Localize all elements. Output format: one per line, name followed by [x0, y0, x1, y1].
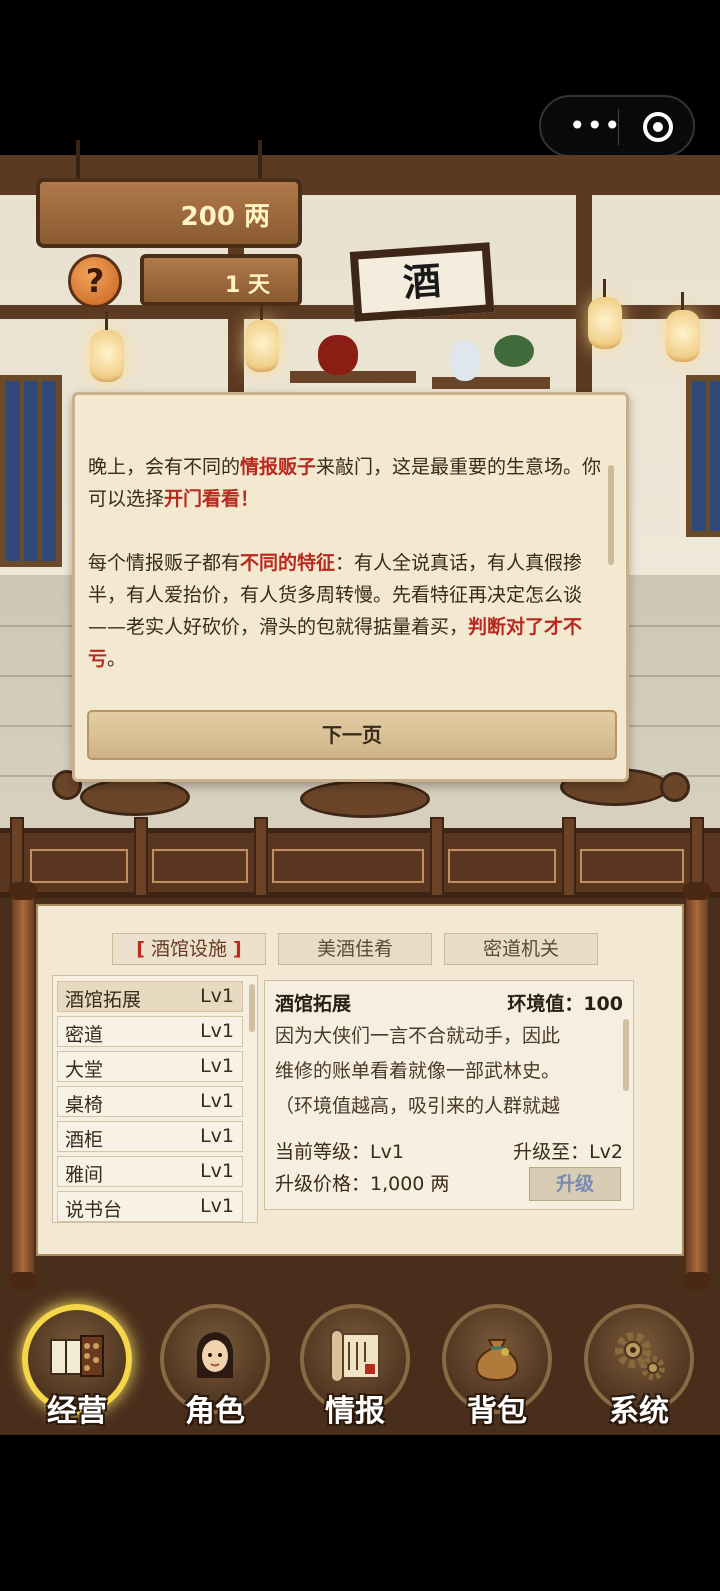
tab-bracket-right: ]: [233, 938, 242, 960]
dialog-scrollbar[interactable]: [608, 465, 614, 565]
desc-line: 维修的账单看着就像一部武林史。: [275, 1060, 561, 1082]
tab-label: 酒馆设施: [150, 938, 227, 960]
tavern-sign-text: 酒: [401, 257, 443, 306]
tutorial-dialog: 晚上，会有不同的情报贩子来敲门，这是最重要的生意场。你可以选择开门看看！ 每个情…: [72, 392, 629, 782]
scroll-document-icon: [330, 1329, 380, 1383]
current-level: 当前等级：Lv1: [275, 1141, 404, 1163]
nav-label: 角色: [185, 1394, 245, 1429]
stool: [660, 772, 690, 802]
list-item[interactable]: 雅间 Lv1: [57, 1156, 243, 1187]
nav-label: 经营: [47, 1394, 107, 1429]
highlight-text: 不同的特征: [240, 552, 336, 574]
list-item[interactable]: 密道 Lv1: [57, 1016, 243, 1047]
list-scrollbar[interactable]: [249, 984, 255, 1032]
bottom-navigation: 经营 角色 情报 背包 系统: [0, 1290, 720, 1436]
dialog-text-segment: 每个情报贩子都有: [88, 552, 241, 574]
scroll-roller-right: [683, 882, 711, 1290]
highlight-text: 情报贩子: [240, 456, 317, 478]
gears-icon: [615, 1332, 665, 1380]
detail-title: 酒馆拓展: [275, 993, 352, 1015]
day-display: 1 天: [140, 254, 302, 306]
dialog-text-segment: 晚上，会有不同的: [88, 456, 241, 478]
mini-program-capsule: •••: [539, 95, 695, 157]
help-button[interactable]: ?: [68, 254, 122, 308]
money-bag-icon: [475, 1339, 519, 1382]
character-portrait-icon: [196, 1332, 234, 1378]
environment-value: 环境值：100: [507, 993, 623, 1015]
list-item[interactable]: 酒馆拓展 Lv1: [57, 981, 243, 1012]
right-window: [686, 375, 720, 537]
scroll-roller-left: [9, 882, 37, 1290]
dialog-text-segment: 。: [107, 648, 127, 670]
nav-label: 背包: [467, 1394, 527, 1429]
dialog-text: 晚上，会有不同的情报贩子来敲门，这是最重要的生意场。你可以选择开门看看！ 每个情…: [88, 451, 608, 707]
bottom-blank: [0, 1436, 720, 1591]
nav-manage-button[interactable]: 经营: [22, 1290, 132, 1436]
nav-label: 情报: [325, 1394, 385, 1429]
close-target-icon[interactable]: [643, 112, 673, 142]
desc-line: 因为大侠们一言不合就动手，因此: [275, 1025, 561, 1047]
dialog-paragraph-1: 晚上，会有不同的情报贩子来敲门，这是最重要的生意场。你可以选择开门看看！: [88, 451, 608, 515]
detail-description: 因为大侠们一言不合就动手，因此 维修的账单看着就像一部武林史。 （环境值越高，吸…: [275, 1019, 620, 1129]
highlight-text: 开门看看！: [164, 488, 260, 510]
question-mark-icon: ?: [85, 262, 105, 300]
list-item[interactable]: 大堂 Lv1: [57, 1051, 243, 1082]
shelf: [290, 371, 416, 383]
left-window: [0, 375, 62, 567]
upgrade-button[interactable]: 升级: [529, 1167, 621, 1201]
facility-detail: 酒馆拓展 环境值：100 因为大侠们一言不合就动手，因此 维修的账单看着就像一部…: [264, 980, 634, 1210]
day-value: 1 天: [225, 273, 270, 298]
money-value: 200 两: [180, 202, 270, 232]
table: [80, 778, 190, 816]
list-item[interactable]: 说书台 Lv1: [57, 1191, 243, 1222]
lantern: [90, 312, 124, 382]
shelf: [432, 377, 550, 389]
detail-scrollbar[interactable]: [623, 1019, 629, 1091]
dialog-paragraph-2: 每个情报贩子都有不同的特征：有人全说真话，有人真假掺半，有人爱抬价，有人货多周转…: [88, 547, 608, 675]
tab-food-wine[interactable]: 美酒佳肴: [278, 933, 432, 965]
nav-character-button[interactable]: 角色: [160, 1290, 270, 1436]
list-item[interactable]: 桌椅 Lv1: [57, 1086, 243, 1117]
tab-bracket-left: [: [136, 938, 145, 960]
bonsai: [494, 335, 534, 367]
facility-list[interactable]: 酒馆拓展 Lv1 密道 Lv1 大堂 Lv1 桌椅 Lv1 酒柜 Lv1 雅间 Lv1 说书…: [52, 975, 258, 1223]
desc-line: （环境值越高，吸引来的人群就越: [275, 1095, 561, 1117]
management-tabs: [ 酒馆设施 ] 美酒佳肴 密道机关: [112, 933, 602, 965]
list-item[interactable]: 酒柜 Lv1: [57, 1121, 243, 1152]
nav-system-button[interactable]: 系统: [584, 1290, 694, 1436]
table: [300, 780, 430, 818]
vase: [450, 341, 480, 381]
wine-jar: [318, 335, 358, 375]
upgrade-target-level: 升级至：Lv2: [513, 1141, 623, 1163]
nav-intel-button[interactable]: 情报: [300, 1290, 410, 1436]
upgrade-price: 升级价格：1,000 两: [275, 1173, 450, 1195]
lantern: [588, 279, 622, 349]
tab-secret-mechanisms[interactable]: 密道机关: [444, 933, 598, 965]
more-icon[interactable]: •••: [569, 112, 622, 140]
capsule-divider: [618, 109, 619, 145]
lantern: [245, 302, 279, 372]
tab-tavern-facilities[interactable]: [ 酒馆设施 ]: [112, 933, 266, 965]
money-display: 200 两: [36, 178, 302, 248]
nav-bag-button[interactable]: 背包: [442, 1290, 552, 1436]
next-page-button[interactable]: 下一页: [87, 710, 617, 760]
tavern-sign: 酒: [349, 242, 495, 322]
ledger-abacus-icon: [50, 1335, 104, 1377]
nav-label: 系统: [609, 1394, 669, 1429]
rope: [258, 140, 262, 180]
lantern: [666, 292, 700, 362]
balcony-railing: [0, 817, 720, 898]
rope: [76, 140, 80, 180]
